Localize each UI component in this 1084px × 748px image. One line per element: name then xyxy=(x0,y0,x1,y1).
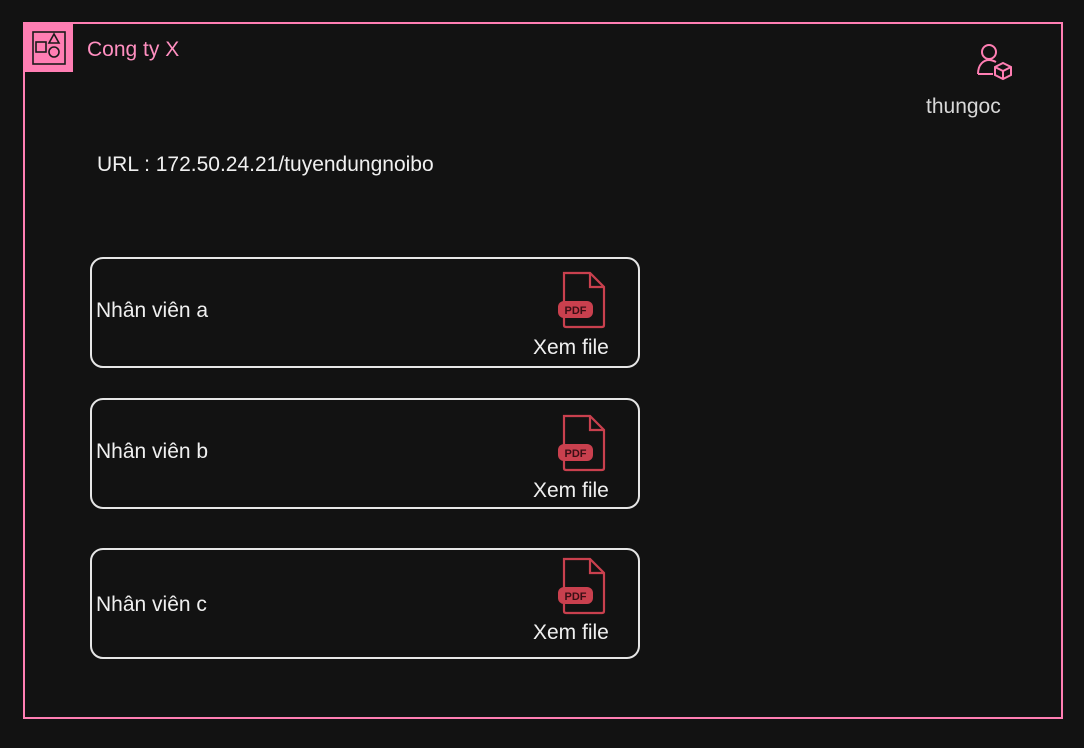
view-file-link[interactable]: Xem file xyxy=(533,621,609,645)
username-label[interactable]: thungoc xyxy=(926,95,1001,119)
pdf-badge-label: PDF xyxy=(565,591,587,603)
pdf-file-icon[interactable]: PDF xyxy=(558,271,608,334)
pdf-file-icon[interactable]: PDF xyxy=(558,557,608,620)
pdf-badge-label: PDF xyxy=(565,448,587,460)
employee-name: Nhân viên c xyxy=(96,593,207,616)
employee-name: Nhân viên a xyxy=(96,299,209,322)
shapes-icon xyxy=(25,24,73,72)
employee-name: Nhân viên b xyxy=(96,440,209,463)
company-name: Cong ty X xyxy=(87,38,180,61)
pdf-badge-label: PDF xyxy=(565,305,587,317)
view-file-link[interactable]: Xem file xyxy=(533,336,609,360)
pdf-file-icon[interactable]: PDF xyxy=(558,414,608,477)
employee-card: Nhân viên c PDF Xem file xyxy=(90,548,640,659)
user-cube-icon[interactable] xyxy=(975,42,1015,87)
view-file-link[interactable]: Xem file xyxy=(533,479,609,503)
url-text: URL : 172.50.24.21/tuyendungnoibo xyxy=(97,153,434,176)
employee-card: Nhân viên a PDF Xem file xyxy=(90,257,640,368)
employee-card: Nhân viên b PDF Xem file xyxy=(90,398,640,509)
